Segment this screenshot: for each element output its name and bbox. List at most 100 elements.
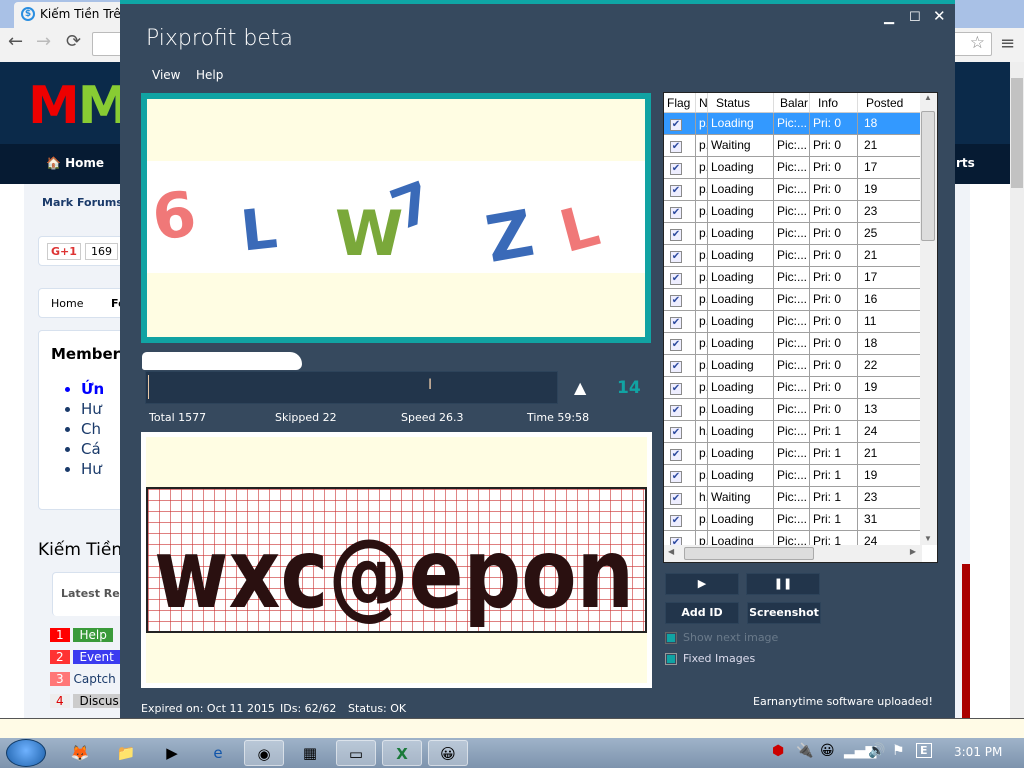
scroll-left-icon[interactable]: ◀	[668, 547, 674, 556]
flag-checkbox[interactable]: ✔	[670, 405, 682, 417]
action-center-icon[interactable]: ⚑	[892, 743, 905, 759]
member-link[interactable]: Ứn	[81, 379, 104, 399]
col-posted[interactable]: Posted	[858, 93, 922, 112]
excel-icon[interactable]: X	[382, 740, 422, 766]
star-icon[interactable]: ☆	[970, 33, 985, 53]
table-row[interactable]: ✔ p..LoadingPic:...Pri: 0 16	[664, 289, 922, 311]
flag-checkbox[interactable]: ✔	[670, 251, 682, 263]
table-row[interactable]: ✔ p..LoadingPic:...Pri: 0 22	[664, 355, 922, 377]
member-link[interactable]: Hư	[81, 459, 104, 479]
latest-item[interactable]: 4 Discus	[50, 690, 125, 712]
show-next-image-checkbox[interactable]: Show next image	[665, 631, 778, 644]
flag-checkbox[interactable]: ✔	[670, 141, 682, 153]
table-row[interactable]: ✔ p..WaitingPic:...Pri: 0 21	[664, 135, 922, 157]
maximize-icon[interactable]: ☐	[909, 10, 921, 25]
table-row[interactable]: ✔ p..LoadingPic:...Pri: 0 17	[664, 267, 922, 289]
table-row[interactable]: ✔ h..WaitingPic:...Pri: 1 23	[664, 487, 922, 509]
col-info[interactable]: Info	[810, 93, 858, 112]
pause-button[interactable]: ❚❚	[746, 573, 820, 595]
start-button[interactable]	[6, 739, 46, 767]
fixed-images-checkbox[interactable]: Fixed Images	[665, 652, 755, 665]
play-button[interactable]: ▶	[665, 573, 739, 595]
table-row[interactable]: ✔ p..LoadingPic:...Pri: 0 25	[664, 223, 922, 245]
gplus-button[interactable]: G+1	[47, 243, 81, 260]
flag-checkbox[interactable]: ✔	[670, 163, 682, 175]
col-flag[interactable]: Flag	[664, 93, 696, 112]
flag-checkbox[interactable]: ✔	[670, 185, 682, 197]
mark-forums-link[interactable]: Mark Forums	[42, 196, 123, 209]
flag-checkbox[interactable]: ✔	[670, 207, 682, 219]
table-row[interactable]: ✔ h..LoadingPic:...Pri: 1 24	[664, 421, 922, 443]
tray-app-icon[interactable]: ⬢	[772, 743, 784, 759]
pixprofit-taskbar-icon[interactable]: ▭	[336, 740, 376, 766]
table-hscrollbar[interactable]: ◀ ▶	[664, 545, 922, 562]
flag-checkbox[interactable]: ✔	[670, 361, 682, 373]
col-balance[interactable]: Balar	[774, 93, 810, 112]
latest-item[interactable]: 3 Captch	[50, 668, 125, 690]
menu-view[interactable]: View	[152, 68, 180, 82]
table-row[interactable]: ✔ p..LoadingPic:...Pri: 0 18	[664, 333, 922, 355]
table-row[interactable]: ✔ p..LoadingPic:...Pri: 0 23	[664, 201, 922, 223]
menu-icon[interactable]: ≡	[1000, 33, 1015, 54]
volume-icon[interactable]: 🔊	[868, 743, 885, 759]
firefox-icon[interactable]: 🦊	[60, 740, 100, 766]
table-row[interactable]: ✔ p..LoadingPic:...Pri: 1 19	[664, 465, 922, 487]
table-row[interactable]: ✔ p..LoadingPic:...Pri: 1 21	[664, 443, 922, 465]
back-icon[interactable]: ←	[8, 31, 23, 52]
latest-item[interactable]: 1 Help	[50, 624, 125, 646]
member-link[interactable]: Cá	[81, 439, 104, 459]
minimize-icon[interactable]: ▁	[884, 10, 894, 25]
flag-checkbox[interactable]: ✔	[670, 383, 682, 395]
member-link[interactable]: Hư	[81, 399, 104, 419]
flag-checkbox[interactable]: ✔	[670, 427, 682, 439]
scroll-right-icon[interactable]: ▶	[910, 547, 916, 556]
keyboard-icon[interactable]: E	[916, 743, 932, 758]
scroll-up-icon[interactable]: ▲	[924, 93, 932, 102]
table-row[interactable]: ✔ p..LoadingPic:...Pri: 0 19	[664, 179, 922, 201]
col-n[interactable]: N	[696, 93, 708, 112]
table-row[interactable]: ✔ p..LoadingPic:...Pri: 0 18	[664, 113, 922, 135]
flag-checkbox[interactable]: ✔	[670, 515, 682, 527]
add-id-button[interactable]: Add ID	[665, 602, 739, 624]
table-row[interactable]: ✔ p..LoadingPic:...Pri: 0 21	[664, 245, 922, 267]
flag-checkbox[interactable]: ✔	[670, 229, 682, 241]
triangle-up-icon[interactable]: ▲	[574, 378, 586, 397]
menu-help[interactable]: Help	[196, 68, 223, 82]
forward-icon[interactable]: →	[36, 31, 51, 52]
yahoo-messenger-icon[interactable]: 😀	[428, 740, 468, 766]
breadcrumb-home[interactable]: Home	[51, 297, 83, 310]
ie-icon[interactable]: e	[198, 740, 238, 766]
reload-icon[interactable]: ⟳	[66, 31, 81, 52]
screenshot-button[interactable]: Screenshot	[747, 602, 821, 624]
table-row[interactable]: ✔ p..LoadingPic:...Pri: 0 19	[664, 377, 922, 399]
flag-checkbox[interactable]: ✔	[670, 339, 682, 351]
flag-checkbox[interactable]: ✔	[670, 317, 682, 329]
network-app-icon[interactable]: ▦	[290, 740, 330, 766]
explorer-icon[interactable]: 📁	[106, 740, 146, 766]
table-row[interactable]: ✔ p..LoadingPic:...Pri: 0 17	[664, 157, 922, 179]
col-status[interactable]: Status	[708, 93, 774, 112]
member-link[interactable]: Ch	[81, 419, 104, 439]
messenger-tray-icon[interactable]: 😀	[820, 743, 835, 759]
table-row[interactable]: ✔ p..LoadingPic:...Pri: 0 13	[664, 399, 922, 421]
nav-home[interactable]: 🏠 Home	[46, 156, 104, 170]
table-vscrollbar[interactable]: ▲ ▼	[920, 93, 937, 545]
flag-checkbox[interactable]: ✔	[670, 449, 682, 461]
nav-item[interactable]: rts	[956, 156, 975, 170]
page-scrollbar-thumb[interactable]	[1011, 78, 1023, 188]
chrome-icon[interactable]: ◉	[244, 740, 284, 766]
media-player-icon[interactable]: ▶	[152, 740, 192, 766]
captcha-answer-input[interactable]: I	[145, 371, 558, 404]
close-icon[interactable]: ✕	[933, 7, 946, 25]
flag-checkbox[interactable]: ✔	[670, 471, 682, 483]
clock[interactable]: 3:01 PM	[954, 745, 1002, 759]
flag-checkbox[interactable]: ✔	[670, 273, 682, 285]
scroll-down-icon[interactable]: ▼	[924, 534, 932, 543]
table-row[interactable]: ✔ p..LoadingPic:...Pri: 0 11	[664, 311, 922, 333]
latest-item[interactable]: 2 Event	[50, 646, 125, 668]
usb-safe-icon[interactable]: 🔌	[796, 743, 813, 759]
flag-checkbox[interactable]: ✔	[670, 119, 682, 131]
flag-checkbox[interactable]: ✔	[670, 295, 682, 307]
table-row[interactable]: ✔ p..LoadingPic:...Pri: 1 31	[664, 509, 922, 531]
flag-checkbox[interactable]: ✔	[670, 493, 682, 505]
